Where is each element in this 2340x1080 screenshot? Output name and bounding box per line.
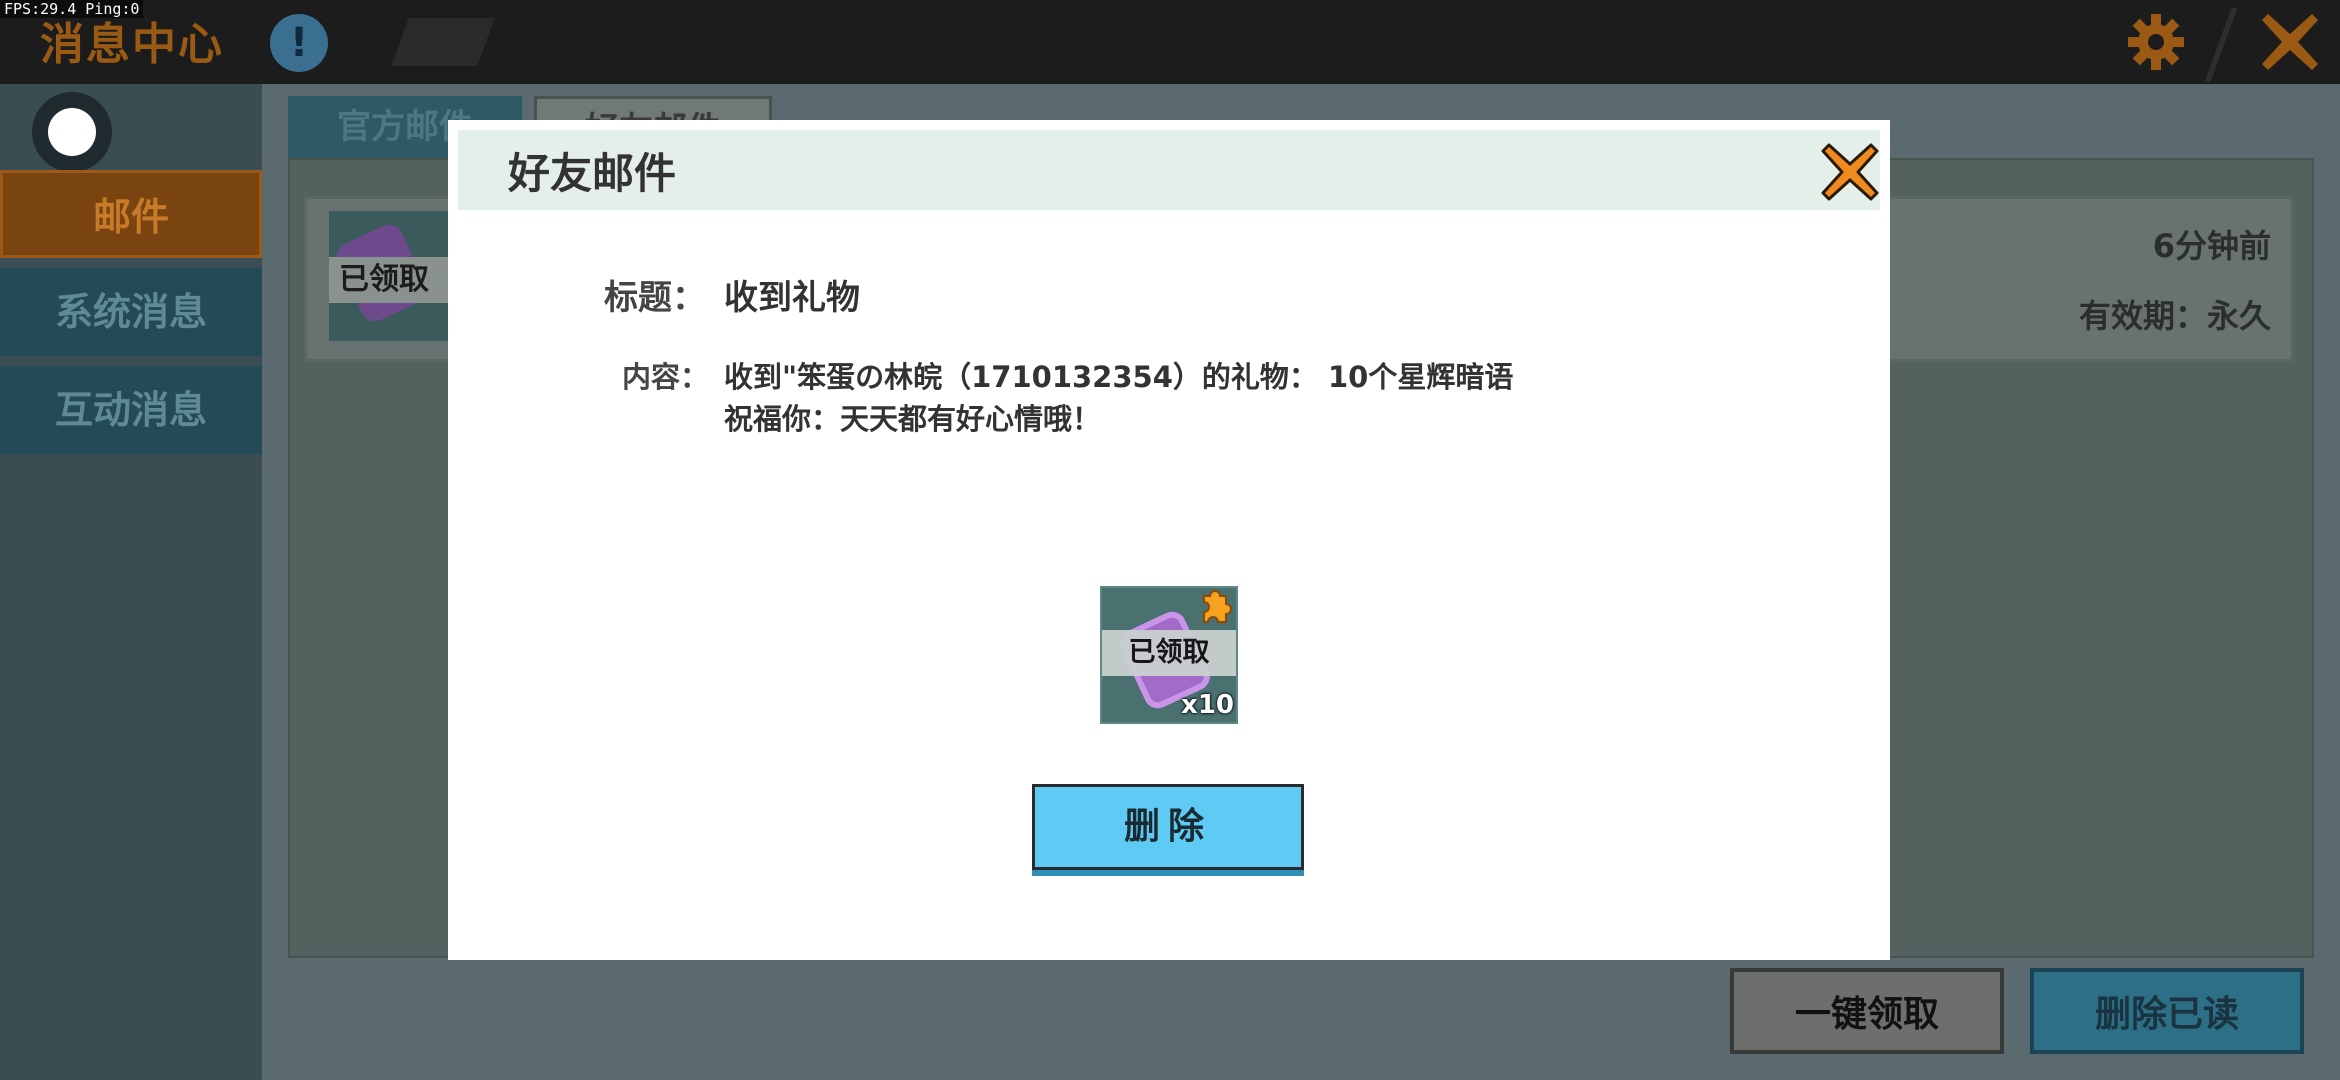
help-icon[interactable]: !	[270, 14, 328, 72]
content-label: 内容：	[622, 360, 710, 394]
subject-value: 收到礼物	[724, 278, 860, 318]
gear-icon[interactable]	[2126, 12, 2186, 72]
delete-read-button[interactable]: 删除已读	[2030, 968, 2304, 1054]
claim-all-button[interactable]: 一键领取	[1730, 968, 2004, 1054]
delete-button[interactable]: 删除	[1032, 784, 1304, 870]
sidebar-item-mail[interactable]: 邮件	[0, 170, 262, 258]
dialog-title: 好友邮件	[508, 149, 677, 198]
fps-readout: FPS:29.4 Ping:0	[0, 0, 144, 18]
avatar[interactable]	[32, 92, 112, 172]
claimed-badge: 已领取	[329, 257, 455, 303]
puzzle-icon	[1203, 590, 1232, 623]
sidebar-item-interactive-messages[interactable]: 互动消息	[0, 366, 262, 454]
dialog-header: 好友邮件	[458, 130, 1880, 210]
content-text: 祝福你：天天都有好心情哦！	[724, 402, 1102, 436]
item-quantity: x10	[1181, 690, 1234, 720]
top-bar: 消息中心 !	[0, 0, 2340, 84]
gift-thumbnail: 已领取	[329, 211, 455, 341]
subject-label: 标题：	[604, 278, 706, 318]
mail-validity: 有效期：永久	[2078, 297, 2271, 335]
close-icon[interactable]	[1820, 142, 1880, 202]
sidebar-item-system-messages[interactable]: 系统消息	[0, 268, 262, 356]
divider	[2204, 8, 2238, 82]
mail-time: 6分钟前	[2152, 227, 2271, 265]
content-text: 收到"笨蛋の林皖（1710132354）的礼物： 10个星辉暗语	[724, 360, 1514, 394]
avatar-dot	[48, 108, 96, 156]
claimed-badge: 已领取	[1102, 630, 1236, 676]
close-icon[interactable]	[2258, 10, 2322, 74]
gift-item[interactable]: 已领取 x10	[1100, 586, 1238, 724]
mail-detail-dialog: 好友邮件 标题： 收到礼物 内容： 收到"笨蛋の林皖（1710132354）的礼…	[448, 120, 1890, 960]
